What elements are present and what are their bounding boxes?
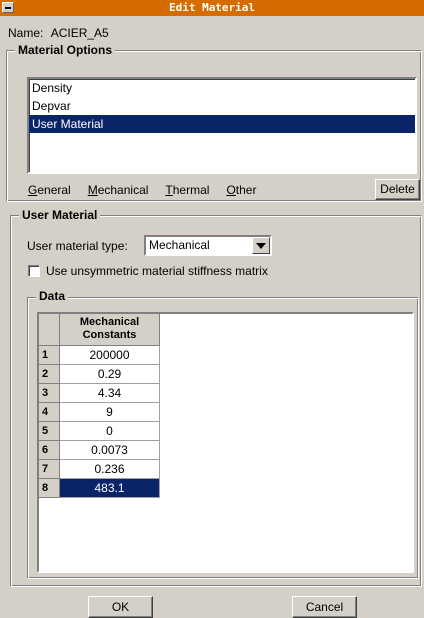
- name-label: Name:: [8, 26, 44, 40]
- unsymmetric-checkbox[interactable]: [28, 265, 40, 277]
- table-row: 1 200000: [39, 346, 160, 365]
- table-cell[interactable]: 0.0073: [60, 441, 160, 460]
- table-cell-selected[interactable]: 483.1: [60, 479, 160, 498]
- unsymmetric-label[interactable]: Use unsymmetric material stiffness matri…: [46, 264, 268, 278]
- table-row: 7 0.236: [39, 460, 160, 479]
- row-header[interactable]: 8: [39, 479, 60, 498]
- material-options-list[interactable]: Density Depvar User Material: [27, 77, 417, 174]
- menu-other[interactable]: Other: [226, 183, 256, 197]
- table-row: 2 0.29: [39, 365, 160, 384]
- dropdown-button[interactable]: [252, 237, 270, 254]
- table-corner: [39, 314, 60, 346]
- table-row: 3 4.34: [39, 384, 160, 403]
- data-legend: Data: [36, 289, 69, 303]
- title-bar[interactable]: Edit Material: [0, 0, 424, 16]
- column-header-mechanical-constants[interactable]: Mechanical Constants: [60, 314, 160, 346]
- user-material-type-value: Mechanical: [149, 238, 210, 252]
- delete-button[interactable]: Delete: [375, 179, 420, 200]
- material-behavior-menubar: General Mechanical Thermal Other: [28, 183, 273, 197]
- table-cell[interactable]: 0.236: [60, 460, 160, 479]
- ok-button[interactable]: OK: [88, 596, 153, 618]
- menu-thermal[interactable]: Thermal: [165, 183, 209, 197]
- row-header[interactable]: 1: [39, 346, 60, 365]
- table-cell[interactable]: 200000: [60, 346, 160, 365]
- chevron-down-icon: [256, 243, 266, 249]
- user-material-legend: User Material: [19, 208, 101, 222]
- table-cell[interactable]: 0.29: [60, 365, 160, 384]
- table-cell[interactable]: 4.34: [60, 384, 160, 403]
- name-value: ACIER_A5: [50, 26, 109, 40]
- list-item-user-material[interactable]: User Material: [29, 115, 415, 133]
- menu-mechanical[interactable]: Mechanical: [88, 183, 149, 197]
- data-table[interactable]: Mechanical Constants 1 200000 2 0.29 3 4…: [37, 312, 414, 573]
- cancel-button[interactable]: Cancel: [292, 596, 357, 618]
- edit-material-dialog: Edit Material Name: ACIER_A5 Material Op…: [0, 0, 424, 618]
- table-cell[interactable]: 9: [60, 403, 160, 422]
- row-header[interactable]: 6: [39, 441, 60, 460]
- table-cell[interactable]: 0: [60, 422, 160, 441]
- table-row: 8 483.1: [39, 479, 160, 498]
- row-header[interactable]: 2: [39, 365, 60, 384]
- window-title: Edit Material: [168, 1, 256, 14]
- row-header[interactable]: 4: [39, 403, 60, 422]
- user-material-type-select[interactable]: Mechanical: [144, 235, 272, 256]
- material-name-row: Name: ACIER_A5: [8, 26, 109, 40]
- table-row: 4 9: [39, 403, 160, 422]
- list-item-density[interactable]: Density: [29, 79, 415, 97]
- list-item-depvar[interactable]: Depvar: [29, 97, 415, 115]
- row-header[interactable]: 7: [39, 460, 60, 479]
- user-material-type-label: User material type:: [27, 239, 128, 253]
- menu-general[interactable]: General: [28, 183, 71, 197]
- row-header[interactable]: 3: [39, 384, 60, 403]
- material-options-legend: Material Options: [15, 43, 116, 57]
- row-header[interactable]: 5: [39, 422, 60, 441]
- table-row: 6 0.0073: [39, 441, 160, 460]
- table-row: 5 0: [39, 422, 160, 441]
